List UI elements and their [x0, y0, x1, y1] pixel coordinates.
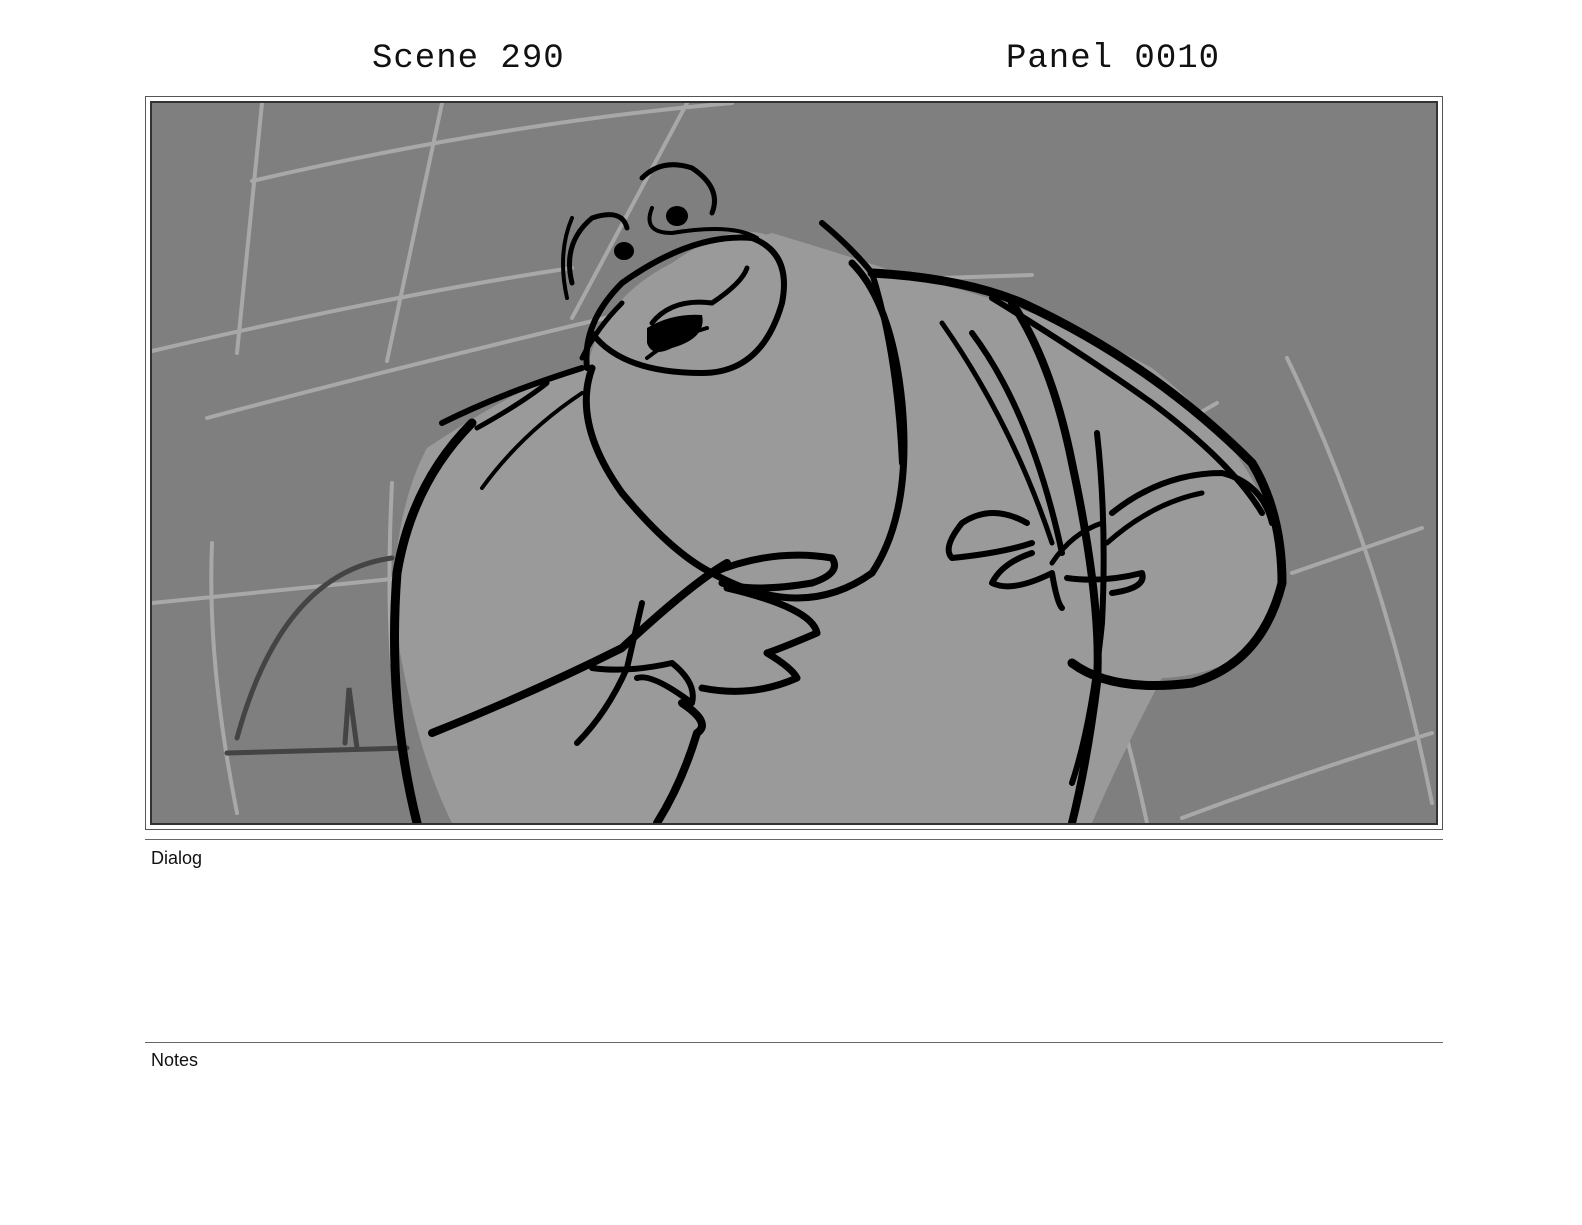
scene-number: Scene 290 [372, 40, 565, 78]
panel-number: Panel 0010 [1006, 40, 1221, 78]
dialog-divider [145, 839, 1443, 840]
notes-divider [145, 1042, 1443, 1043]
storyboard-sketch-drawing [152, 103, 1434, 823]
storyboard-sketch [150, 101, 1438, 825]
notes-label: Notes [151, 1050, 199, 1070]
dialog-label: Dialog [151, 848, 203, 868]
